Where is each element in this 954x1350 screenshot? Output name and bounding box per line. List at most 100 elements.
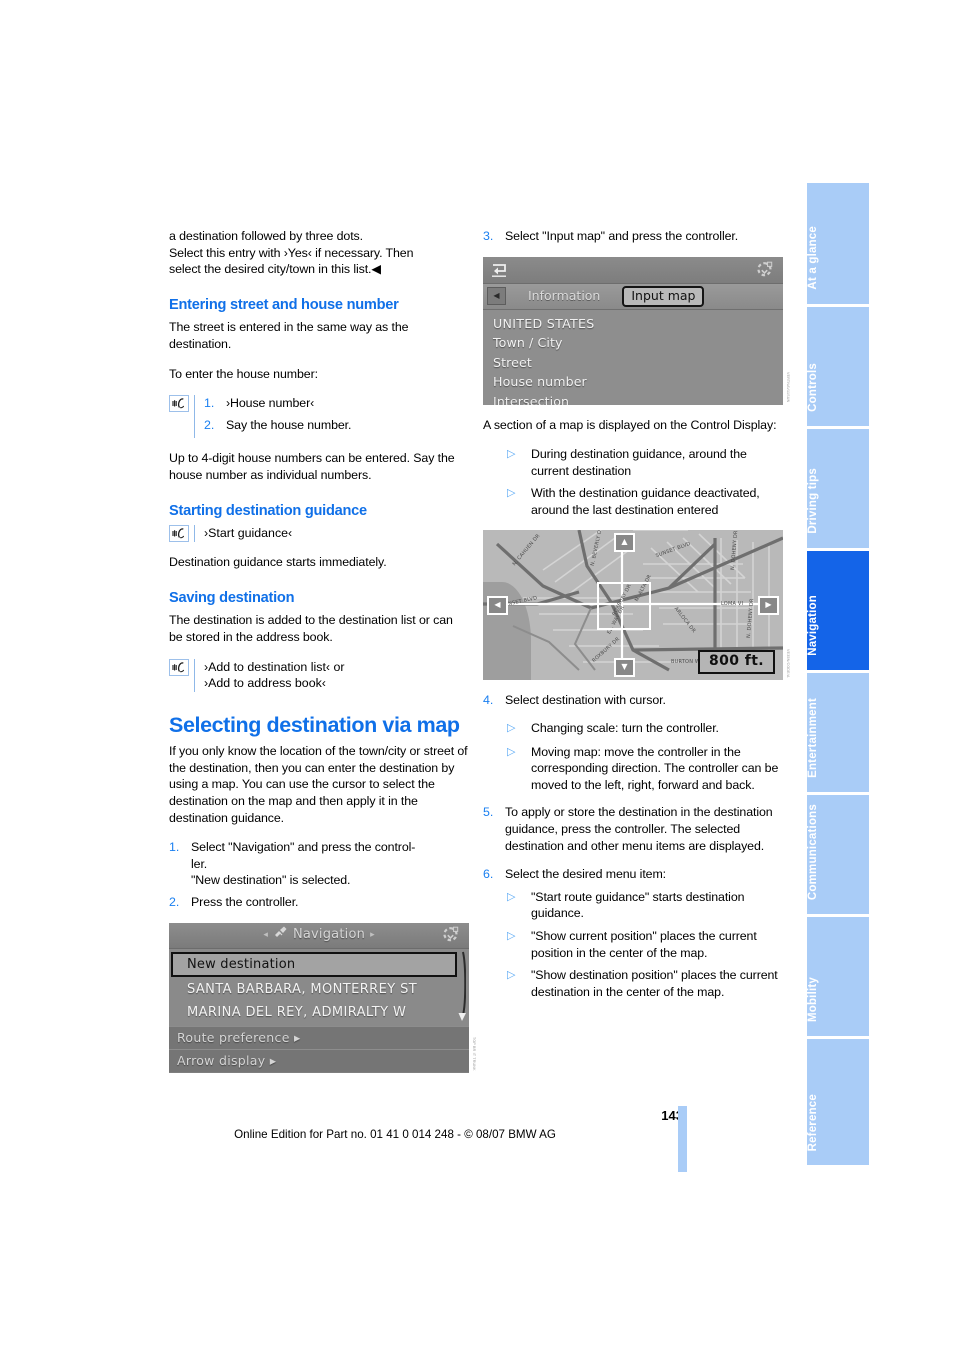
voice-command-line-2: ›Add to address book‹ bbox=[204, 676, 326, 691]
map-intro-bullets: ▷ During destination guidance, around th… bbox=[505, 446, 783, 518]
sidebar-tab-driving-tips[interactable]: Driving tips bbox=[807, 429, 869, 551]
voice-step-number: 2. bbox=[204, 417, 215, 432]
street-para-2: To enter the house number: bbox=[169, 366, 318, 381]
step-item: 6. Select the desired menu item: bbox=[483, 866, 783, 883]
step-number: 2. bbox=[169, 895, 180, 910]
sidebar-tab-mobility[interactable]: Mobility bbox=[807, 917, 869, 1039]
step-4-bullets: ▷ Changing scale: turn the controller. ▷… bbox=[505, 720, 783, 793]
start-guidance-para: Destination guidance starts immediately. bbox=[169, 555, 387, 570]
step-number: 1. bbox=[169, 840, 180, 855]
navigation-menu-figure: ◂ Navigation ▸ New destination SANTA BAR… bbox=[169, 922, 476, 1073]
map-pan-up-icon[interactable]: ▲ bbox=[614, 532, 635, 552]
manual-page: a destination followed by three dots. Se… bbox=[0, 0, 954, 1350]
sidebar-tab-navigation[interactable]: Navigation bbox=[807, 551, 869, 673]
figure-caption-code: TOP BR IT TRUNK bbox=[472, 1036, 476, 1071]
intro-line-1: a destination followed by three dots. bbox=[169, 229, 363, 243]
left-column: a destination followed by three dots. Se… bbox=[169, 228, 476, 1085]
satellite-icon bbox=[273, 926, 288, 944]
tab-input-map[interactable]: Input map bbox=[622, 285, 705, 307]
bullet-item: ▷ "Show current position" places the cur… bbox=[505, 928, 783, 961]
heading-starting-destination-guidance: Starting destination guidance bbox=[169, 502, 367, 519]
info-list-item-country[interactable]: UNITED STATES bbox=[493, 314, 783, 334]
sidebar-tab-at-a-glance[interactable]: At a glance bbox=[807, 183, 869, 307]
map-cursor-box[interactable] bbox=[597, 581, 651, 630]
page-title: Selecting destination via map bbox=[169, 712, 460, 737]
voice-step-number: 1. bbox=[204, 396, 215, 411]
voice-command-icon bbox=[169, 525, 189, 543]
next-menu-icon[interactable]: ▸ bbox=[370, 927, 375, 944]
step-item: 4. Select destination with cursor. bbox=[483, 692, 783, 709]
step-5-group: 5. To apply or store the destination in … bbox=[483, 804, 783, 854]
info-list-item-intersection[interactable]: Intersection bbox=[493, 392, 783, 405]
right-column: 3. Select "Input map" and press the cont… bbox=[483, 228, 790, 1011]
bullet-text: Moving map: move the controller in the c… bbox=[531, 744, 779, 792]
step-4-group: 4. Select destination with cursor. bbox=[483, 692, 783, 709]
map-pan-down-icon[interactable]: ▼ bbox=[614, 657, 635, 677]
sidebar-tab-entertainment[interactable]: Entertainment bbox=[807, 673, 869, 795]
voice-command-icon bbox=[169, 658, 189, 676]
control-display-map: N. CAHUEN DR N. BEVERLY DR SUNSET BLVD N… bbox=[483, 529, 783, 680]
triangle-bullet-icon: ▷ bbox=[507, 969, 516, 982]
triangle-bullet-icon: ▷ bbox=[507, 487, 516, 500]
map-figure: N. CAHUEN DR N. BEVERLY DR SUNSET BLVD N… bbox=[483, 529, 790, 680]
voice-step: 2. Say the house number. bbox=[204, 417, 469, 434]
nav-titlebar: ◂ Navigation ▸ bbox=[169, 922, 469, 949]
nav-item-recent-destination[interactable]: MARINA DEL REY, ADMIRALTY W bbox=[169, 1001, 469, 1024]
control-display-navigation: ◂ Navigation ▸ New destination SANTA BAR… bbox=[169, 922, 469, 1073]
footer-accent-bar bbox=[678, 1106, 687, 1172]
nav-item-new-destination[interactable]: New destination bbox=[171, 951, 457, 977]
map-pan-right-icon[interactable]: ▶ bbox=[758, 595, 779, 615]
nav-item-route-preference[interactable]: Route preference ▸ bbox=[169, 1025, 469, 1049]
chapter-tab-rail: At a glance Controls Driving tips Naviga… bbox=[807, 183, 869, 1171]
chapter-step-list: 1. Select "Navigation" and press the con… bbox=[169, 839, 469, 910]
tab-information[interactable]: Information bbox=[528, 288, 600, 305]
gear-icon[interactable] bbox=[441, 926, 460, 944]
nav-scrollbar[interactable] bbox=[457, 951, 467, 1024]
nav-item-recent-destination[interactable]: SANTA BARBARA, MONTERREY ST bbox=[169, 978, 469, 1001]
triangle-bullet-icon: ▷ bbox=[507, 448, 516, 461]
sidebar-tab-controls[interactable]: Controls bbox=[807, 307, 869, 429]
info-list-item-house-number[interactable]: House number bbox=[493, 372, 783, 392]
back-arrow-icon[interactable] bbox=[491, 261, 509, 278]
voice-step-text: Say the house number. bbox=[226, 417, 352, 432]
footer-edition-line: Online Edition for Part no. 01 41 0 014 … bbox=[234, 1128, 556, 1141]
bullet-item: ▷ "Show destination position" places the… bbox=[505, 967, 783, 1000]
step-text: Select the desired menu item: bbox=[505, 867, 667, 882]
control-display-information: ◀ Information Input map UNITED STATES To… bbox=[483, 256, 783, 405]
bullet-text: With the destination guidance deactivate… bbox=[531, 486, 760, 517]
intro-line-3: select the desired city/town in this lis… bbox=[169, 262, 381, 277]
sidebar-tab-reference[interactable]: Reference bbox=[807, 1039, 869, 1165]
nav-title: Navigation bbox=[292, 926, 366, 942]
step-number: 4. bbox=[483, 692, 494, 707]
prev-menu-icon[interactable]: ◂ bbox=[263, 927, 268, 944]
step-number: 6. bbox=[483, 867, 494, 882]
map-pan-left-icon[interactable]: ◀ bbox=[487, 595, 508, 615]
voice-step-text: ›House number‹ bbox=[226, 396, 315, 411]
sidebar-tab-label: Reference bbox=[807, 1093, 819, 1151]
bullet-item: ▷ "Start route guidance" starts destinat… bbox=[505, 889, 783, 922]
chevron-left-icon[interactable]: ◀ bbox=[487, 287, 506, 306]
voice-command-start-guidance: ›Start guidance‹ bbox=[169, 525, 469, 543]
bullet-item: ▷ Changing scale: turn the controller. bbox=[505, 720, 783, 738]
voice-rule bbox=[194, 395, 195, 439]
voice-command-saving: ›Add to destination list‹ or ›Add to add… bbox=[169, 658, 469, 692]
intro-paragraph: a destination followed by three dots. Se… bbox=[169, 228, 469, 278]
figure-caption-code: VERTNAV11SUN bbox=[786, 372, 790, 403]
step-number: 3. bbox=[483, 229, 494, 243]
step-text: Press the controller. bbox=[191, 895, 299, 910]
sidebar-tab-communications[interactable]: Communications bbox=[807, 795, 869, 917]
step-item: 3. Select "Input map" and press the cont… bbox=[483, 228, 783, 245]
nav-item-arrow-display[interactable]: Arrow display ▸ bbox=[169, 1048, 469, 1072]
gear-icon[interactable] bbox=[755, 261, 774, 279]
info-list-item-town-city[interactable]: Town / City bbox=[493, 333, 783, 353]
sidebar-tab-label: Controls bbox=[807, 363, 819, 412]
bullet-item: ▷ Moving map: move the controller in the… bbox=[505, 744, 783, 794]
map-intro-para: A section of a map is displayed on the C… bbox=[483, 417, 777, 432]
voice-step: 1. ›House number‹ bbox=[204, 395, 469, 412]
step-text: Select "Input map" and press the control… bbox=[505, 229, 739, 243]
info-list-item-street[interactable]: Street bbox=[493, 353, 783, 373]
triangle-bullet-icon: ▷ bbox=[507, 745, 516, 758]
step-6-bullets: ▷ "Start route guidance" starts destinat… bbox=[505, 889, 783, 1001]
figure-caption-code: VE35N/CODE/A bbox=[786, 648, 790, 678]
triangle-bullet-icon: ▷ bbox=[507, 722, 516, 735]
